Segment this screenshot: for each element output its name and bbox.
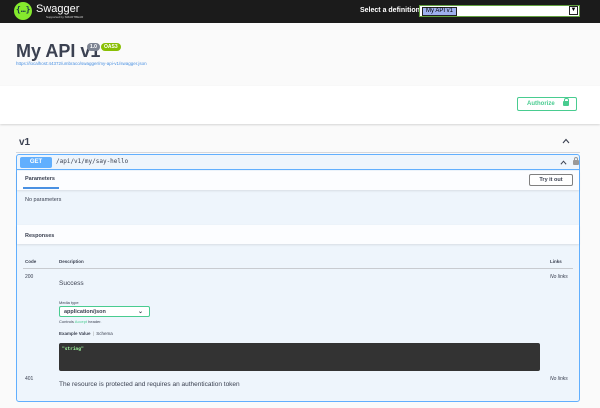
chevron-down-icon: ⌄: [138, 309, 144, 315]
try-it-out-button[interactable]: Try it out: [529, 174, 573, 186]
tag-divider: [16, 152, 580, 153]
scheme-container: [0, 86, 600, 124]
example-body: "string": [62, 347, 84, 352]
oas-badge: OAS3: [101, 43, 121, 51]
parameters-header: Parameters Try it out: [17, 171, 579, 190]
definition-select[interactable]: My API v1 ▼: [419, 5, 580, 17]
chevron-up-icon[interactable]: [562, 137, 570, 145]
chevron-up-icon: [560, 160, 567, 165]
response-description: Success: [59, 280, 84, 287]
lock-icon[interactable]: [573, 157, 579, 165]
response-code: 401: [25, 376, 34, 382]
media-type-label: Media type: [59, 300, 79, 305]
version-badge: 1.0: [87, 43, 100, 51]
response-links: No links: [550, 274, 568, 280]
tab-example-value[interactable]: Example Value: [59, 331, 91, 336]
method-badge: GET: [20, 157, 52, 168]
operation-block: GET /api/v1/my/say-hello Parameters Try …: [16, 154, 580, 402]
response-description: The resource is protected and requires a…: [59, 381, 240, 388]
unlock-icon: [563, 98, 569, 106]
media-type-select[interactable]: application/json ⌄: [59, 306, 150, 317]
operation-summary[interactable]: GET /api/v1/my/say-hello: [17, 155, 579, 170]
column-header-code: Code: [25, 259, 37, 264]
example-code-block: "string": [59, 343, 540, 371]
responses-header: Responses: [17, 225, 579, 244]
tab-underline: [23, 187, 59, 189]
tag-title[interactable]: v1: [19, 137, 30, 148]
table-header-divider: [23, 268, 573, 269]
tab-parameters[interactable]: Parameters: [25, 176, 55, 182]
tab-schema[interactable]: Schema: [96, 331, 113, 336]
operation-path: /api/v1/my/say-hello: [56, 158, 129, 165]
column-header-description: Description: [59, 259, 84, 264]
chevron-down-icon: ▼: [569, 6, 578, 15]
brand-name: Swagger: [36, 3, 80, 15]
media-type-value: application/json: [64, 309, 106, 315]
topbar: Swagger Supported by SMARTBEAR Select a …: [0, 0, 600, 23]
response-code: 200: [25, 274, 34, 280]
column-header-links: Links: [550, 259, 562, 264]
authorize-label: Authorize: [527, 101, 555, 107]
definition-label: Select a definition: [360, 7, 420, 14]
authorize-button[interactable]: Authorize: [517, 97, 577, 111]
no-parameters-text: No parameters: [25, 197, 62, 203]
definition-selected-value: My API v1: [422, 7, 458, 16]
responses-title: Responses: [25, 233, 55, 239]
example-tabs: Example Value | Schema: [59, 331, 113, 336]
brand-subtitle: Supported by SMARTBEAR: [46, 15, 84, 19]
response-links: No links: [550, 376, 568, 382]
spec-url-link[interactable]: https://localhost:44372/umbraco/swagger/…: [16, 61, 147, 66]
swagger-logo-icon[interactable]: [14, 2, 32, 20]
controls-accept-note: Controls Accept header.: [59, 319, 102, 324]
